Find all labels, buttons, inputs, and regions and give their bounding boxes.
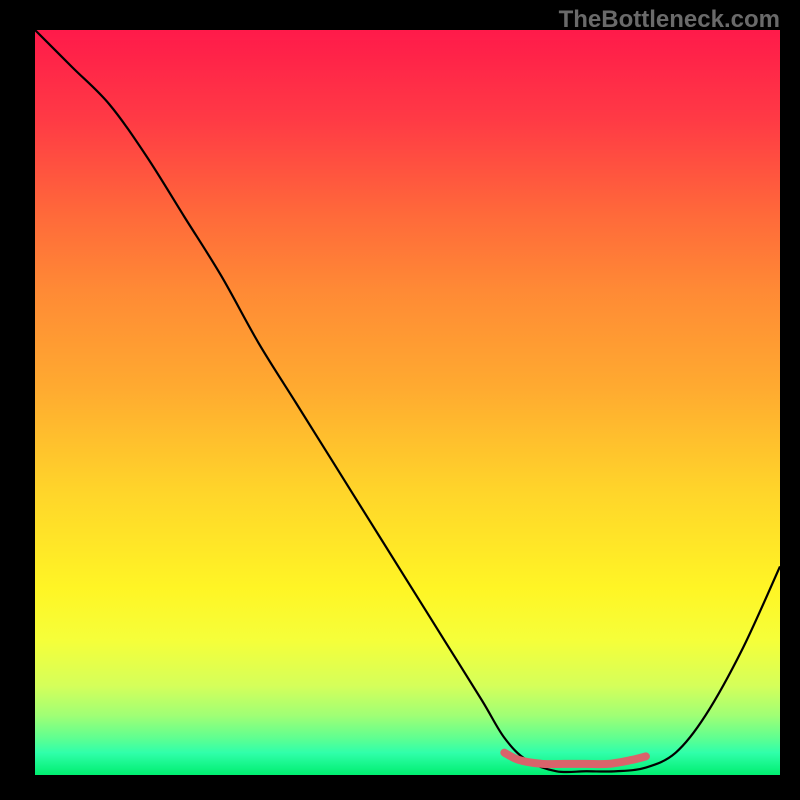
bottleneck-curve-line bbox=[35, 30, 780, 772]
optimal-zone-line bbox=[504, 753, 646, 764]
chart-svg bbox=[35, 30, 780, 775]
watermark-text: TheBottleneck.com bbox=[559, 6, 780, 34]
chart-container bbox=[35, 30, 780, 775]
